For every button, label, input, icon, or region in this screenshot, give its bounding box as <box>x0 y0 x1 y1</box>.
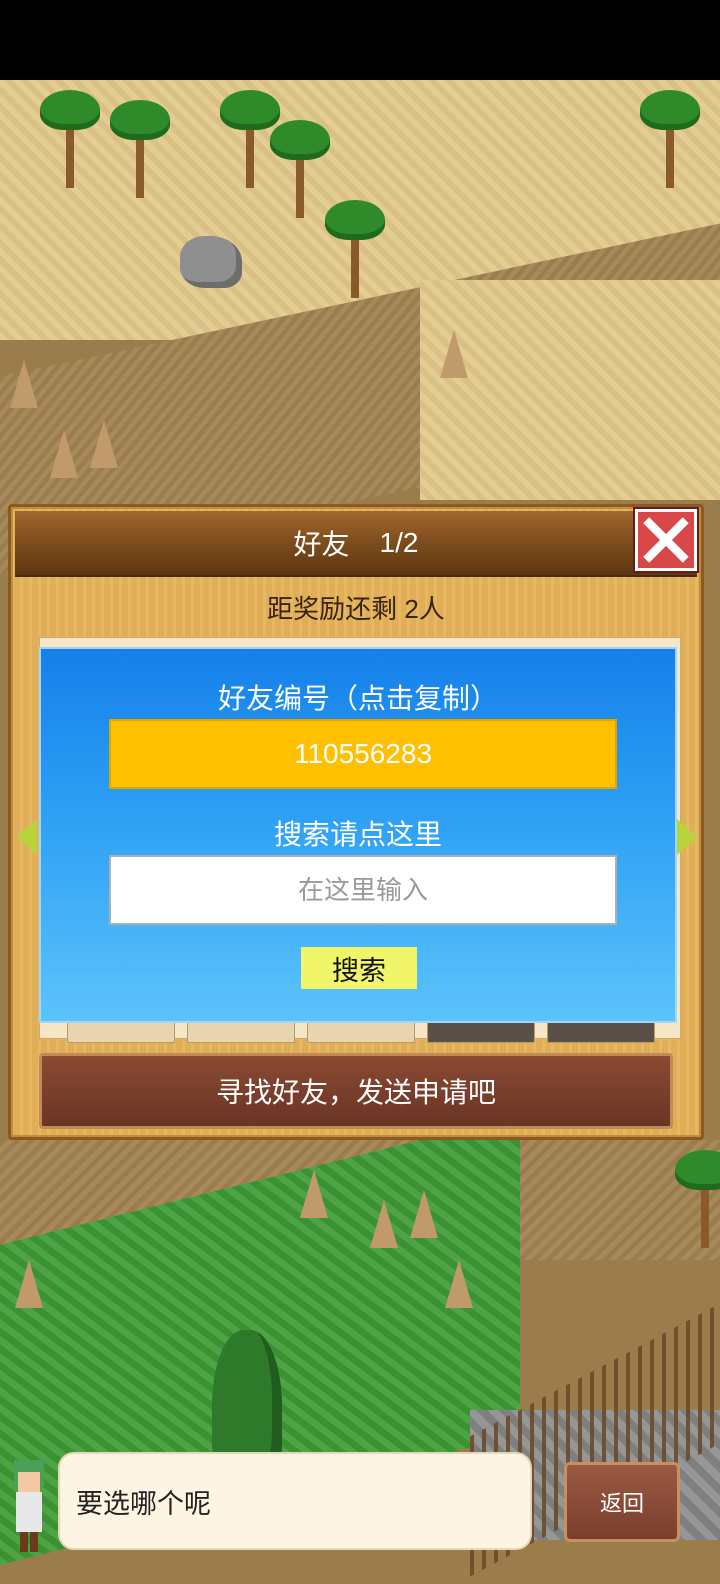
friends-dialog: 好友 1/2 距奖励还剩 2人 好友编号（点击复制） 110556283 搜索请… <box>8 504 704 1140</box>
close-button[interactable] <box>635 509 697 571</box>
back-button[interactable]: 返回 <box>564 1462 680 1542</box>
close-icon <box>643 517 689 563</box>
rock <box>180 236 242 288</box>
rock-spire <box>50 430 78 478</box>
find-friends-bar[interactable]: 寻找好友，发送申请吧 <box>39 1053 673 1129</box>
rock-spire <box>10 360 38 408</box>
message-text: 要选哪个呢 <box>76 1488 211 1519</box>
friend-id-label[interactable]: 好友编号（点击复制） <box>41 677 675 717</box>
rock-spire <box>300 1170 328 1218</box>
rock-spire <box>445 1260 473 1308</box>
rock-spire <box>410 1190 438 1238</box>
search-hint: 搜索请点这里 <box>273 819 442 850</box>
arrow-right-icon[interactable] <box>677 819 697 855</box>
dialog-header: 好友 1/2 <box>15 511 697 577</box>
friend-search-panel: 好友编号（点击复制） 110556283 搜索请点这里 搜索 <box>39 647 677 1023</box>
rock-spire <box>90 420 118 468</box>
message-box: 要选哪个呢 <box>58 1452 532 1550</box>
character-avatar-icon <box>14 1460 44 1552</box>
rock-spire <box>440 330 468 378</box>
page-indicator: 1/2 <box>379 527 419 558</box>
status-bar <box>0 0 720 80</box>
friend-id-box[interactable]: 110556283 <box>109 719 617 789</box>
rock-spire <box>15 1260 43 1308</box>
search-button[interactable]: 搜索 <box>301 947 417 989</box>
sand-area-right <box>420 280 720 500</box>
arrow-left-icon[interactable] <box>17 819 37 855</box>
dialog-title: 好友 <box>293 529 350 560</box>
rock-spire <box>370 1200 398 1248</box>
search-input[interactable] <box>109 855 617 925</box>
reward-remaining-text: 距奖励还剩 2人 <box>267 594 445 624</box>
